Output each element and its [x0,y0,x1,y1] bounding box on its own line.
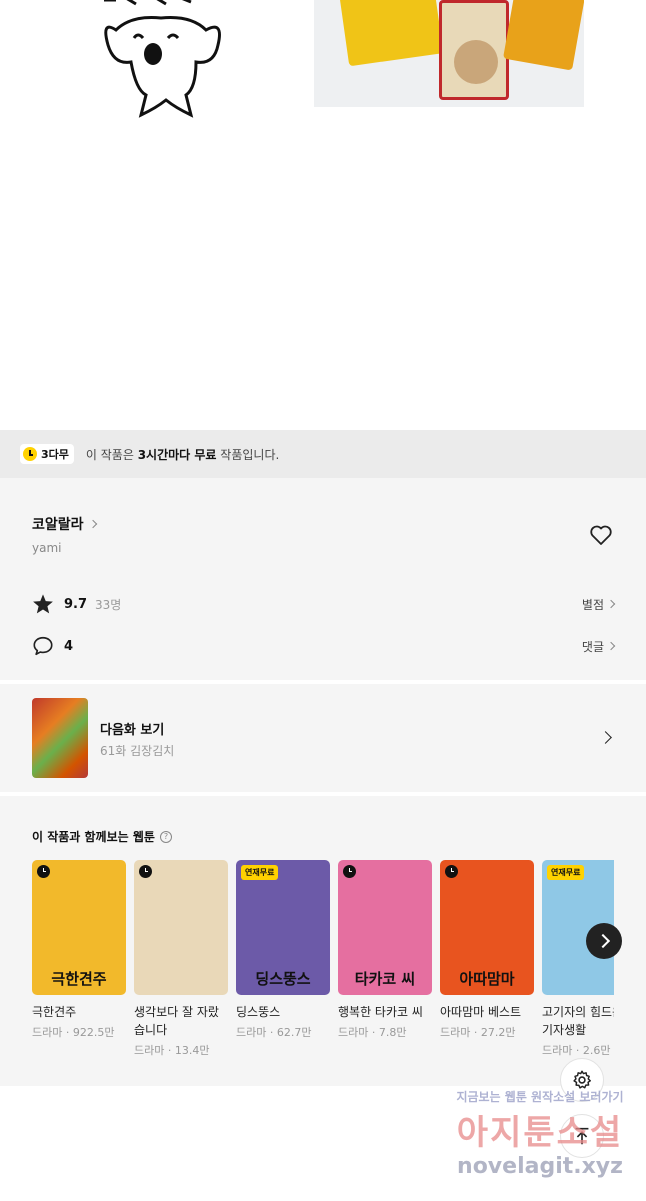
help-icon[interactable]: ? [159,830,172,843]
recommendation-meta: 드라마 · 7.8만 [338,1026,407,1039]
free-badge-label: 3다무 [41,448,69,461]
comment-link[interactable]: 댓글 [581,638,616,655]
comic-strip [0,0,646,430]
cover-title: 아따맘마 [459,970,515,988]
chevron-right-icon [606,641,616,651]
recommendation-card[interactable]: 타카코 씨행복한 타카코 씨드라마 · 7.8만 [338,860,432,1040]
free-series-badge: 연재무료 [547,865,585,880]
watermark-line3: novelagit.xyz [457,1154,623,1179]
cover-title: 딩스뚱스 [255,970,311,988]
recommendation-meta: 드라마 · 2.6만 [542,1044,611,1057]
clock-icon [23,447,37,461]
next-episode-title: 61화 김장김치 [100,744,175,758]
next-episode-card[interactable]: 다음화 보기 61화 김장김치 [0,684,646,792]
rating-row: 9.7 33명 별점 [32,592,616,616]
comment-icon [33,636,53,656]
recommendation-meta: 드라마 · 922.5만 [32,1026,115,1039]
rating-link[interactable]: 별점 [581,596,616,613]
recommendations-title-text: 이 작품과 함께보는 웹툰 [32,830,155,844]
free-notice-bold: 3시간마다 무료 [137,447,217,462]
comment-link-label: 댓글 [581,639,604,654]
recommendations-section: 이 작품과 함께보는 웹툰 ? 극한견주 극한견주 드라마 · 922.5만 생각보다… [0,796,646,1086]
free-notice: 이 작품은 3시간마다 무료 작품입니다. [86,446,279,463]
free-badge: 3다무 [20,444,74,464]
free-series-badge: 연재무료 [241,865,279,880]
recommendation-title: 아따맘마 베스트 [440,1005,522,1019]
work-title: 코알랄라 [32,517,84,533]
next-episode-thumbnail [32,698,88,778]
chevron-right-icon [88,519,97,529]
free-banner: 3다무 이 작품은 3시간마다 무료 작품입니다. [0,430,646,478]
recommendation-title: 극한견주 [32,1005,77,1019]
work-info: 코알랄라 yami 9.7 33명 별점 4 댓글 [0,478,646,680]
recommendation-thumbnail: 타카코 씨 [338,860,432,995]
recommendation-card[interactable]: 극한견주 극한견주 드라마 · 922.5만 [32,860,126,1040]
chevron-right-icon [606,599,616,609]
recommendation-meta: 드라마 · 13.4만 [134,1044,210,1057]
koala-drawing [104,0,221,118]
work-title-link[interactable]: 코알랄라 [32,514,97,534]
cover-title: 타카코 씨 [354,970,416,988]
recommendation-title: 행복한 타카코 씨 [338,1005,423,1019]
recommendation-card[interactable]: 연재무료 딩스뚱스 딩스뚱스 드라마 · 62.7만 [236,860,330,1040]
recommendation-title: 생각보다 잘 자랐습니다 [134,1005,219,1037]
star-icon [33,594,53,614]
heart-icon[interactable] [589,524,613,546]
clock-icon [343,865,356,878]
watermark-line2: 아지툰소설 [456,1113,624,1153]
clock-icon [37,865,50,878]
cover-title: 극한견주 [51,970,107,988]
recommendation-thumbnail: 극한견주 [32,860,126,995]
free-notice-prefix: 이 작품은 [85,447,138,462]
recommendation-thumbnail: 아따맘마 [440,860,534,995]
clock-icon [139,865,152,878]
rating-link-label: 별점 [581,597,604,612]
recommendation-meta: 드라마 · 27.2만 [440,1026,516,1039]
clock-icon [445,865,458,878]
recommendation-meta: 드라마 · 62.7만 [236,1026,312,1039]
recommendations-title: 이 작품과 함께보는 웹툰 ? [32,828,172,845]
recommendation-thumbnail: 연재무료딩스뚱스 [236,860,330,995]
recommendation-thumbnail [134,860,228,995]
next-episode-label: 다음화 보기 [100,723,165,738]
recommendation-card[interactable]: 아따맘마아따맘마 베스트드라마 · 27.2만 [440,860,534,1040]
snack-photo [314,0,584,107]
watermark: 지금보는 웹툰 원작소설 보러가기 아지툰소설 novelagit.xyz [440,1088,640,1179]
watermark-line1: 지금보는 웹툰 원작소설 보러가기 [456,1090,624,1104]
chevron-right-icon [599,731,612,744]
free-notice-suffix: 작품입니다. [216,447,280,462]
scroll-next-button[interactable] [586,923,622,959]
recommendation-list: 극한견주 극한견주 드라마 · 922.5만 생각보다 잘 자랐습니다 드라마 · 13… [32,860,614,1070]
comment-row: 4 댓글 [32,634,616,658]
recommendation-card[interactable]: 생각보다 잘 자랐습니다드라마 · 13.4만 [134,860,228,1058]
comment-count: 4 [64,638,74,654]
author-name: yami [32,541,62,555]
rating-count: 33명 [95,597,122,612]
recommendation-title: 고기자의 힘드운 기자생활 [542,1005,614,1037]
recommendation-card[interactable]: 연재무료고기자의 힘드운 기자생활드라마 · 2.6만 [542,860,614,1058]
recommendation-title: 딩스뚱스 [236,1005,281,1019]
rating-value: 9.7 [64,596,88,612]
